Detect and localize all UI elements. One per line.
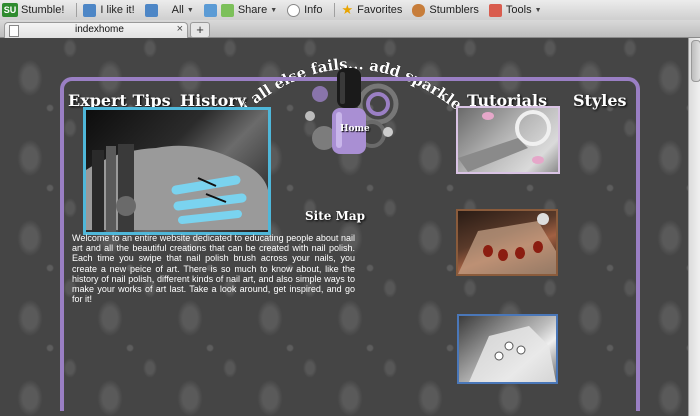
share-arrow-icon xyxy=(220,3,234,17)
share-button[interactable]: Share ▼ xyxy=(203,3,278,17)
share-tag-icon xyxy=(203,3,217,17)
favorites-button[interactable]: ★ Favorites xyxy=(341,2,402,18)
tab-bar: indexhome × + xyxy=(0,20,700,38)
page-icon xyxy=(9,25,19,37)
hand-illustration xyxy=(86,144,268,232)
home-label[interactable]: Home xyxy=(340,124,370,134)
favorites-label: Favorites xyxy=(357,4,403,16)
stumblers-button[interactable]: Stumblers xyxy=(412,3,479,17)
thumbnail-art xyxy=(458,213,556,274)
nail-thumbnail-3[interactable] xyxy=(457,314,558,384)
scrollbar-thumb[interactable] xyxy=(691,40,700,82)
tools-button[interactable]: Tools ▼ xyxy=(488,3,542,17)
toolbar-divider xyxy=(76,3,78,17)
info-label: Info xyxy=(304,4,323,16)
site-map-link[interactable]: Site Map xyxy=(305,209,365,223)
nail-thumbnail-1[interactable] xyxy=(456,106,560,174)
star-icon: ★ xyxy=(341,2,354,17)
thumbnail-art xyxy=(458,110,551,172)
like-label: I like it! xyxy=(100,4,135,16)
tools-label: Tools xyxy=(505,4,532,16)
stumble-label: Stumble! xyxy=(21,4,65,16)
toolbox-icon xyxy=(488,3,502,17)
share-label: Share xyxy=(237,4,268,16)
thumbnail-art xyxy=(469,326,556,382)
stumbleupon-toolbar: SU Stumble! I like it! All ▼ Share ▼ Inf… xyxy=(0,0,700,21)
vertical-scrollbar[interactable] xyxy=(688,38,700,416)
topic-dropdown[interactable]: All ▼ xyxy=(172,4,194,16)
stumbleupon-logo-icon[interactable]: SU xyxy=(2,3,18,17)
topic-label: All xyxy=(171,4,184,16)
thumbs-down-button[interactable] xyxy=(144,3,162,17)
tab-indexhome[interactable]: indexhome × xyxy=(4,22,188,38)
intro-paragraph: Welcome to an entire website dedicated t… xyxy=(72,233,355,305)
chevron-down-icon: ▼ xyxy=(186,6,194,14)
thumbs-down-icon xyxy=(144,3,158,17)
toolbar-divider xyxy=(334,3,336,17)
home-logo-button[interactable] xyxy=(300,64,400,160)
chevron-down-icon: ▼ xyxy=(270,6,278,14)
new-tab-button[interactable]: + xyxy=(190,22,210,38)
nail-thumbnail-2[interactable] xyxy=(456,209,558,276)
close-icon[interactable]: × xyxy=(177,23,183,35)
like-button[interactable]: I like it! xyxy=(83,3,135,17)
chevron-down-icon: ▼ xyxy=(534,6,542,14)
stumblers-label: Stumblers xyxy=(429,4,479,16)
people-icon xyxy=(412,3,426,17)
info-button[interactable]: Info xyxy=(287,3,323,17)
speech-bubble-icon xyxy=(287,3,301,17)
thumbs-up-icon xyxy=(83,3,97,17)
hand-nail-art-photo xyxy=(83,107,271,235)
nail-polish-bottle-icon xyxy=(332,68,366,154)
tab-label: indexhome xyxy=(75,24,124,35)
stumble-button[interactable]: Stumble! xyxy=(21,4,64,16)
